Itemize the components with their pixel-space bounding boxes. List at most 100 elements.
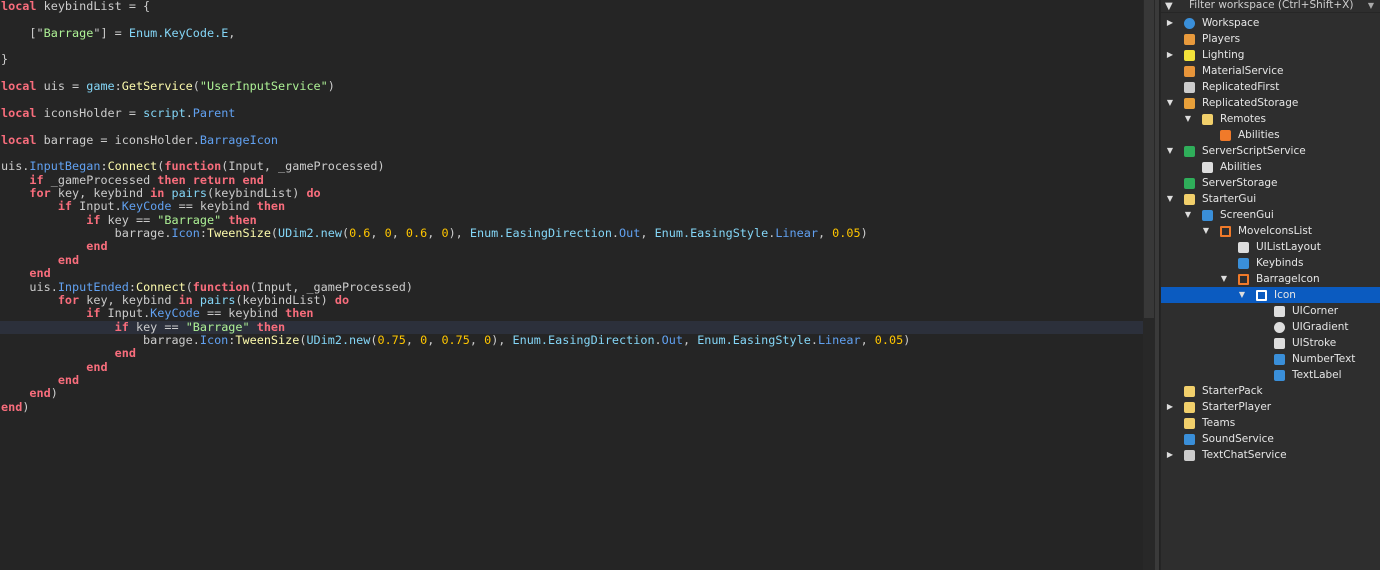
explorer-item-moveiconslist[interactable]: ▼ MoveIconsList xyxy=(1161,223,1380,239)
code-line[interactable] xyxy=(0,13,1143,26)
explorer-item-icon[interactable]: ▼ Icon xyxy=(1161,287,1380,303)
expand-arrow-icon[interactable]: ▼ xyxy=(1201,223,1211,239)
explorer-item-serverstorage[interactable]: ServerStorage xyxy=(1161,175,1380,191)
explorer-item-textchatservice[interactable]: ▶ TextChatService xyxy=(1161,447,1380,463)
chevron-down-icon[interactable]: ▼ xyxy=(1368,0,1374,11)
explorer-item-uigradient[interactable]: UIGradient xyxy=(1161,319,1380,335)
code-token: 0.75 xyxy=(377,332,406,347)
panel-divider[interactable] xyxy=(1155,0,1160,570)
code-token: 0 xyxy=(441,226,449,241)
explorer-item-soundservice[interactable]: SoundService xyxy=(1161,431,1380,447)
code-line[interactable] xyxy=(0,40,1143,53)
explorer-item-players[interactable]: Players xyxy=(1161,31,1380,47)
scrollbar-thumb[interactable] xyxy=(1144,0,1154,318)
code-line[interactable]: end xyxy=(0,253,1143,267)
explorer-item-replicatedfirst[interactable]: ReplicatedFirst xyxy=(1161,79,1380,95)
explorer-item-startergui[interactable]: ▼ StarterGui xyxy=(1161,191,1380,207)
code-line[interactable]: if Input.KeyCode == keybind then xyxy=(0,200,1143,213)
expand-arrow-icon[interactable]: ▼ xyxy=(1183,111,1193,127)
code-token: Icon xyxy=(171,226,200,241)
code-line[interactable] xyxy=(0,67,1143,80)
explorer-item-remotes[interactable]: ▼ Remotes xyxy=(1161,111,1380,127)
explorer-item-screengui[interactable]: ▼ ScreenGui xyxy=(1161,207,1380,223)
explorer-item-label: Remotes xyxy=(1220,113,1266,125)
code-line[interactable]: local keybindList = { xyxy=(0,0,1143,13)
explorer-item-materialservice[interactable]: MaterialService xyxy=(1161,63,1380,79)
code-token: ), xyxy=(491,332,513,347)
code-line[interactable]: if _gameProcessed then return end xyxy=(0,173,1143,187)
code-line[interactable]: for key, keybind in pairs(keybindList) d… xyxy=(0,293,1143,307)
code-line[interactable]: end xyxy=(0,360,1143,374)
code-line[interactable]: end) xyxy=(0,387,1143,400)
code-token: "Barrage" xyxy=(185,319,250,334)
replicated-first-icon xyxy=(1184,82,1195,93)
editor-scrollbar[interactable] xyxy=(1143,0,1155,570)
starter-gui-icon xyxy=(1184,194,1195,205)
code-line[interactable]: uis.InputBegan:Connect(function(Input, _… xyxy=(0,160,1143,173)
explorer-item-label: Abilities xyxy=(1238,129,1280,141)
code-line[interactable]: local uis = game:GetService("UserInputSe… xyxy=(0,79,1143,93)
code-line[interactable] xyxy=(0,147,1143,160)
explorer-item-textlabel[interactable]: TextLabel xyxy=(1161,367,1380,383)
filter-workspace-input[interactable]: ▼ Filter workspace (Ctrl+Shift+X) ▼ xyxy=(1161,0,1380,13)
explorer-item-workspace[interactable]: ▶ Workspace xyxy=(1161,15,1380,31)
explorer-item-barrageicon[interactable]: ▼ BarrageIcon xyxy=(1161,271,1380,287)
collapse-arrow-icon[interactable]: ▶ xyxy=(1165,447,1175,463)
code-line[interactable]: } xyxy=(0,53,1143,66)
code-token: Linear xyxy=(775,226,818,241)
explorer-item-teams[interactable]: Teams xyxy=(1161,415,1380,431)
collapse-arrow-icon[interactable]: ▶ xyxy=(1165,399,1175,415)
explorer-item-serverscriptservice[interactable]: ▼ ServerScriptService xyxy=(1161,143,1380,159)
explorer-item-uistroke[interactable]: UIStroke xyxy=(1161,335,1380,351)
explorer-item-starterplayer[interactable]: ▶ StarterPlayer xyxy=(1161,399,1380,415)
explorer-item-abilities[interactable]: Abilities xyxy=(1161,159,1380,175)
expand-arrow-icon[interactable]: ▼ xyxy=(1165,191,1175,207)
code-token: barrage. xyxy=(1,226,172,241)
code-token: 0.6 xyxy=(349,226,371,241)
code-line[interactable]: barrage.Icon:TweenSize(UDim2.new(0.75, 0… xyxy=(0,332,1143,347)
filter-icon[interactable]: ▼ xyxy=(1165,1,1173,12)
code-line[interactable]: local barrage = iconsHolder.BarrageIcon xyxy=(0,133,1143,147)
code-line[interactable]: barrage.Icon:TweenSize(UDim2.new(0.6, 0,… xyxy=(0,226,1143,241)
code-line[interactable]: end) xyxy=(0,400,1143,414)
code-line[interactable] xyxy=(0,94,1143,107)
code-token: : xyxy=(100,159,108,174)
code-line[interactable]: end xyxy=(0,347,1143,360)
code-token: . xyxy=(185,105,193,120)
expand-arrow-icon[interactable]: ▼ xyxy=(1165,95,1175,111)
expand-arrow-icon[interactable]: ▼ xyxy=(1165,143,1175,159)
explorer-item-label: Keybinds xyxy=(1256,257,1304,269)
code-line[interactable]: end xyxy=(0,373,1143,387)
collapse-arrow-icon[interactable]: ▶ xyxy=(1165,15,1175,31)
frame-icon xyxy=(1220,226,1231,237)
code-line[interactable] xyxy=(0,120,1143,133)
code-line[interactable]: uis.InputEnded:Connect(function(Input, _… xyxy=(0,280,1143,294)
explorer-item-keybinds[interactable]: Keybinds xyxy=(1161,255,1380,271)
expand-arrow-icon[interactable]: ▼ xyxy=(1237,287,1247,303)
code-token: key == xyxy=(128,319,186,334)
script-editor[interactable]: local keybindList = { ["Barrage"] = Enum… xyxy=(0,0,1143,570)
code-token: then xyxy=(228,212,257,227)
code-token: if xyxy=(86,306,101,321)
code-line[interactable]: for key, keybind in pairs(keybindList) d… xyxy=(0,186,1143,200)
code-line[interactable]: if Input.KeyCode == keybind then xyxy=(0,307,1143,320)
expand-arrow-icon[interactable]: ▼ xyxy=(1183,207,1193,223)
explorer-item-abilities[interactable]: Abilities xyxy=(1161,127,1380,143)
code-line[interactable]: if key == "Barrage" then xyxy=(0,319,1143,334)
explorer-item-label: UIListLayout xyxy=(1256,241,1321,253)
explorer-item-label: Players xyxy=(1202,33,1241,45)
code-line[interactable]: end xyxy=(0,267,1143,280)
explorer-item-numbertext[interactable]: NumberText xyxy=(1161,351,1380,367)
explorer-item-starterpack[interactable]: StarterPack xyxy=(1161,383,1380,399)
explorer-item-lighting[interactable]: ▶ Lighting xyxy=(1161,47,1380,63)
code-line[interactable]: end xyxy=(0,240,1143,253)
explorer-item-uicorner[interactable]: UICorner xyxy=(1161,303,1380,319)
code-line[interactable]: local iconsHolder = script.Parent xyxy=(0,105,1143,120)
code-line[interactable]: if key == "Barrage" then xyxy=(0,212,1143,227)
explorer-item-uilistlayout[interactable]: UIListLayout xyxy=(1161,239,1380,255)
code-line[interactable]: ["Barrage"] = Enum.KeyCode.E, xyxy=(0,26,1143,40)
collapse-arrow-icon[interactable]: ▶ xyxy=(1165,47,1175,63)
expand-arrow-icon[interactable]: ▼ xyxy=(1219,271,1229,287)
explorer-item-replicatedstorage[interactable]: ▼ ReplicatedStorage xyxy=(1161,95,1380,111)
